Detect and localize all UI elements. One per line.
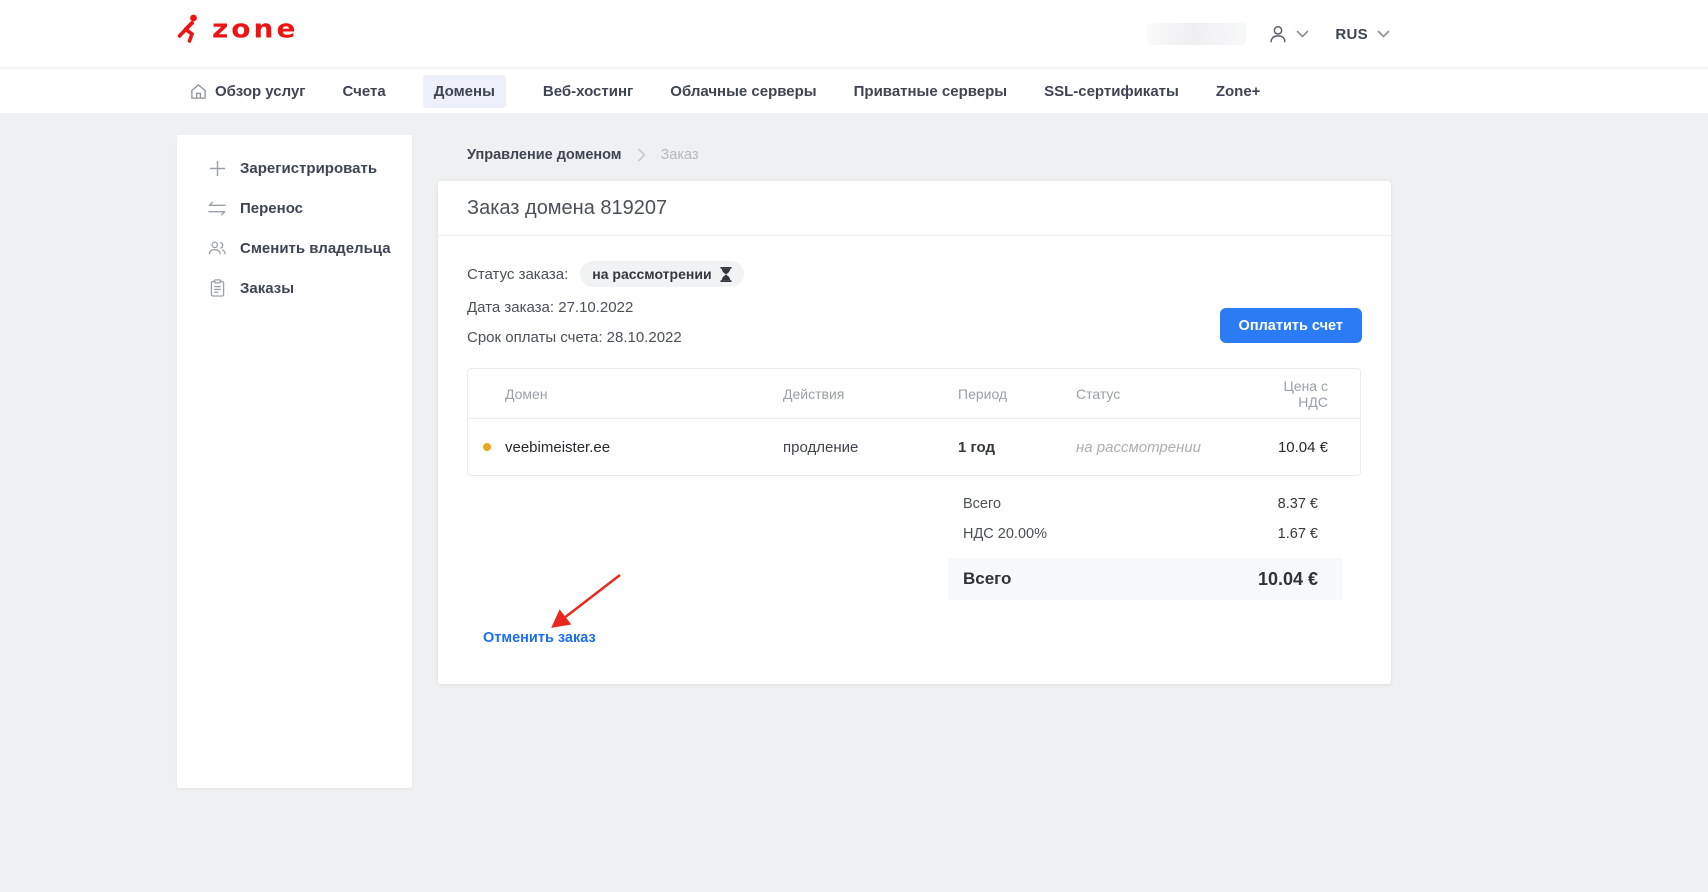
col-header-domain: Домен: [468, 386, 783, 402]
plus-icon: [208, 159, 226, 177]
order-status-row: Статус заказа: на рассмотрении: [467, 261, 744, 287]
totals-block: Всего 8.37 € НДС 20.00% 1.67 € Всего 10.…: [948, 489, 1342, 600]
account-name-redacted: [1147, 23, 1247, 45]
zone-logo[interactable]: zone: [177, 14, 298, 44]
nav-label: Веб-хостинг: [543, 83, 633, 100]
nav-item-invoices[interactable]: Счета: [343, 75, 386, 108]
breadcrumb-order: Заказ: [661, 147, 699, 163]
nav-item-cloud-servers[interactable]: Облачные серверы: [670, 75, 816, 108]
sidebar-item-transfer[interactable]: Перенос: [177, 188, 412, 228]
breadcrumb-domain-management[interactable]: Управление доменом: [467, 147, 622, 163]
top-header: zone RUS: [0, 0, 1708, 68]
subtotal-label: Всего: [963, 496, 1001, 512]
order-title: Заказ домена 819207: [438, 181, 1391, 236]
sidebar-item-change-owner[interactable]: Сменить владельца: [177, 228, 412, 268]
status-cell: на рассмотрении: [1076, 439, 1276, 456]
runner-icon: [177, 14, 203, 44]
clipboard-icon: [208, 279, 226, 297]
domain-name: veebimeister.ee: [505, 439, 610, 456]
cancel-order-link[interactable]: Отменить заказ: [483, 630, 596, 646]
page: zone RUS: [0, 0, 1708, 892]
period-cell: 1 год: [958, 439, 1076, 456]
sidebar-item-orders[interactable]: Заказы: [177, 268, 412, 308]
annotation-arrow-icon: [538, 569, 630, 637]
subtotal-row: Всего 8.37 €: [948, 489, 1342, 519]
nav-label: Обзор услуг: [215, 83, 306, 100]
nav-item-services-overview[interactable]: Обзор услуг: [190, 75, 306, 108]
price-cell: 10.04 €: [1276, 439, 1360, 456]
nav-item-domains[interactable]: Домены: [423, 75, 506, 108]
header-right: RUS: [1147, 0, 1390, 68]
subtotal-value: 8.37 €: [1278, 496, 1318, 512]
action-cell: продление: [783, 439, 958, 456]
sidebar-item-label: Перенос: [240, 200, 303, 217]
nav-label: Счета: [343, 83, 386, 100]
col-header-price: Цена с НДС: [1276, 378, 1360, 410]
nav-label: SSL-сертификаты: [1044, 83, 1179, 100]
nav-label: Приватные серверы: [854, 83, 1007, 100]
hourglass-icon: [720, 267, 732, 282]
col-header-period: Период: [958, 386, 1076, 402]
grand-total-value: 10.04 €: [1258, 569, 1318, 590]
chevron-right-icon: [637, 148, 646, 162]
vat-row: НДС 20.00% 1.67 €: [948, 519, 1342, 549]
breadcrumb: Управление доменом Заказ: [467, 147, 699, 163]
chevron-down-icon: [1296, 30, 1309, 38]
status-badge: на рассмотрении: [580, 261, 743, 287]
nav-item-private-servers[interactable]: Приватные серверы: [854, 75, 1007, 108]
col-header-status: Статус: [1076, 386, 1276, 402]
order-items-table: Домен Действия Период Статус Цена с НДС …: [467, 368, 1361, 476]
status-dot-icon: [483, 443, 491, 451]
sidebar-item-register[interactable]: Зарегистрировать: [177, 148, 412, 188]
order-card: Заказ домена 819207 Статус заказа: на ра…: [438, 181, 1391, 684]
payment-due-date: Срок оплаты счета: 28.10.2022: [467, 329, 682, 346]
language-label: RUS: [1335, 26, 1368, 43]
vat-label: НДС 20.00%: [963, 526, 1047, 542]
table-header-row: Домен Действия Период Статус Цена с НДС: [468, 369, 1360, 419]
language-selector[interactable]: RUS: [1335, 26, 1390, 43]
main-nav: Обзор услуг Счета Домены Веб-хостинг Обл…: [0, 69, 1708, 113]
sidebar-item-label: Заказы: [240, 280, 294, 297]
nav-label: Облачные серверы: [670, 83, 816, 100]
pay-invoice-button[interactable]: Оплатить счет: [1220, 308, 1362, 343]
nav-item-webhosting[interactable]: Веб-хостинг: [543, 75, 633, 108]
table-row: veebimeister.ee продление 1 год на рассм…: [468, 419, 1360, 475]
sidebar-item-label: Сменить владельца: [240, 240, 391, 257]
nav-item-ssl-certificates[interactable]: SSL-сертификаты: [1044, 75, 1179, 108]
nav-label: Zone+: [1216, 83, 1261, 100]
account-menu[interactable]: [1267, 23, 1309, 45]
vat-value: 1.67 €: [1278, 526, 1318, 542]
user-icon: [1267, 23, 1289, 45]
chevron-down-icon: [1377, 30, 1390, 38]
domain-cell: veebimeister.ee: [468, 439, 783, 456]
users-icon: [208, 239, 226, 257]
domain-sidebar: Зарегистрировать Перенос Сменить владель…: [177, 135, 412, 788]
status-badge-text: на рассмотрении: [592, 266, 711, 282]
col-header-actions: Действия: [783, 386, 958, 402]
main-nav-items: Обзор услуг Счета Домены Веб-хостинг Обл…: [190, 69, 1708, 113]
status-label: Статус заказа:: [467, 266, 568, 283]
grand-total-row: Всего 10.04 €: [948, 558, 1342, 600]
nav-label: Домены: [434, 83, 495, 100]
nav-item-zone-plus[interactable]: Zone+: [1216, 75, 1261, 108]
logo-wordmark: zone: [212, 16, 298, 42]
order-date: Дата заказа: 27.10.2022: [467, 299, 633, 316]
transfer-icon: [208, 199, 226, 217]
grand-total-label: Всего: [963, 569, 1011, 589]
sidebar-item-label: Зарегистрировать: [240, 160, 377, 177]
home-icon: [190, 83, 207, 100]
